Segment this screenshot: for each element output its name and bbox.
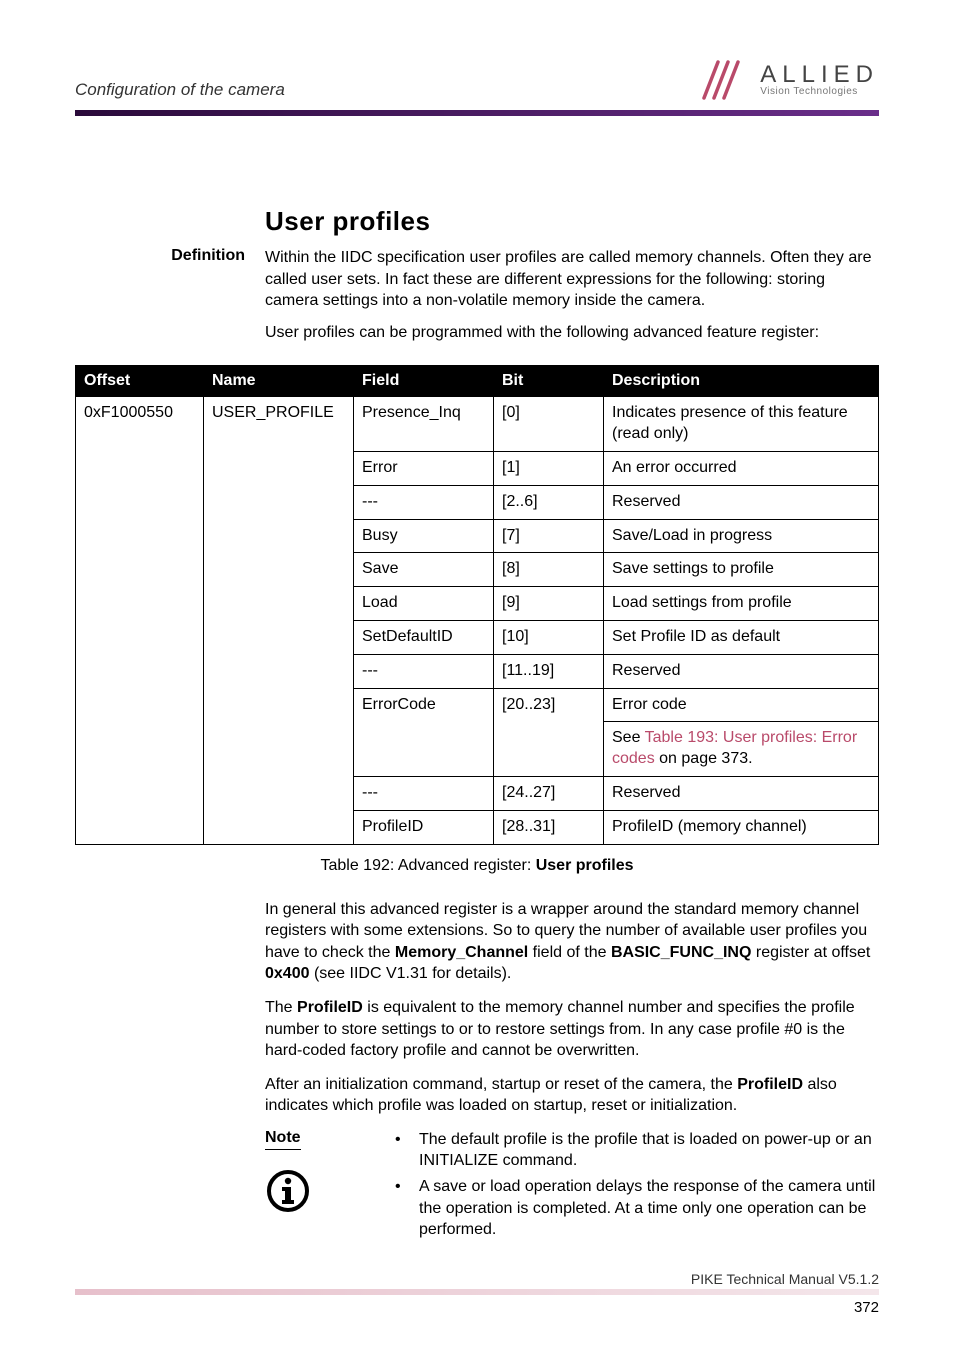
text-run: The bbox=[265, 999, 297, 1016]
section-title: Configuration of the camera bbox=[75, 80, 285, 100]
note-block: Note •The default profile is the profile… bbox=[265, 1129, 879, 1245]
text-strong: 0x400 bbox=[265, 965, 310, 982]
text-strong: ProfileID bbox=[737, 1076, 803, 1093]
see-suffix: on page 373. bbox=[655, 750, 753, 767]
brand-tagline: Vision Technologies bbox=[760, 87, 879, 97]
th-description: Description bbox=[604, 366, 879, 397]
definition-para-1: Within the IIDC specification user profi… bbox=[265, 247, 879, 312]
caption-strong: User profiles bbox=[536, 857, 634, 874]
cell-field-empty bbox=[354, 722, 494, 777]
text-strong: Memory_Channel bbox=[395, 944, 528, 961]
cell-bit: [24..27] bbox=[494, 776, 604, 810]
table-caption: Table 192: Advanced register: User profi… bbox=[75, 857, 879, 875]
cell-field: --- bbox=[354, 654, 494, 688]
cell-desc: Error code bbox=[604, 688, 879, 722]
cell-desc: Reserved bbox=[604, 485, 879, 519]
body-para-2: The ProfileID is equivalent to the memor… bbox=[265, 997, 879, 1062]
cell-desc: An error occurred bbox=[604, 451, 879, 485]
register-table: Offset Name Field Bit Description 0xF100… bbox=[75, 365, 879, 844]
cell-field: SetDefaultID bbox=[354, 620, 494, 654]
brand-block: ALLIED Vision Technologies bbox=[700, 60, 879, 100]
th-bit: Bit bbox=[494, 366, 604, 397]
cell-bit: [28..31] bbox=[494, 810, 604, 844]
th-offset: Offset bbox=[76, 366, 204, 397]
text-strong: BASIC_FUNC_INQ bbox=[611, 944, 751, 961]
footer-divider bbox=[75, 1289, 879, 1295]
note-item: •A save or load operation delays the res… bbox=[395, 1176, 879, 1241]
cell-desc: Load settings from profile bbox=[604, 587, 879, 621]
text-run: field of the bbox=[528, 944, 611, 961]
brand-name: ALLIED bbox=[760, 63, 879, 87]
cell-field: --- bbox=[354, 485, 494, 519]
cell-bit: [8] bbox=[494, 553, 604, 587]
page-number: 372 bbox=[854, 1299, 879, 1316]
cell-field: Error bbox=[354, 451, 494, 485]
cell-desc: Save settings to profile bbox=[604, 553, 879, 587]
cell-desc: ProfileID (memory channel) bbox=[604, 810, 879, 844]
cell-bit-empty bbox=[494, 722, 604, 777]
cell-field: Busy bbox=[354, 519, 494, 553]
cell-desc: Set Profile ID as default bbox=[604, 620, 879, 654]
text-strong: ProfileID bbox=[297, 999, 363, 1016]
cell-field: --- bbox=[354, 776, 494, 810]
cell-bit: [1] bbox=[494, 451, 604, 485]
cell-bit: [2..6] bbox=[494, 485, 604, 519]
note-item: •The default profile is the profile that… bbox=[395, 1129, 879, 1172]
cell-bit: [0] bbox=[494, 397, 604, 452]
cell-desc: Save/Load in progress bbox=[604, 519, 879, 553]
info-icon bbox=[265, 1168, 365, 1214]
cell-bit: [7] bbox=[494, 519, 604, 553]
bullet-icon: • bbox=[395, 1176, 419, 1241]
th-name: Name bbox=[204, 366, 354, 397]
footer-docname: PIKE Technical Manual V5.1.2 bbox=[75, 1271, 879, 1287]
cell-desc: Reserved bbox=[604, 776, 879, 810]
cell-field: ErrorCode bbox=[354, 688, 494, 722]
note-label: Note bbox=[265, 1129, 301, 1150]
caption-prefix: Table 192: Advanced register: bbox=[320, 857, 535, 874]
definition-label: Definition bbox=[75, 247, 265, 353]
page-footer: PIKE Technical Manual V5.1.2 372 bbox=[75, 1271, 879, 1316]
see-prefix: See bbox=[612, 729, 645, 746]
header-divider bbox=[75, 110, 879, 116]
cell-desc: Indicates presence of this feature (read… bbox=[604, 397, 879, 452]
cell-field: Save bbox=[354, 553, 494, 587]
cell-bit: [9] bbox=[494, 587, 604, 621]
cell-bit: [10] bbox=[494, 620, 604, 654]
cell-field: ProfileID bbox=[354, 810, 494, 844]
note-text: The default profile is the profile that … bbox=[419, 1129, 879, 1172]
cell-name: USER_PROFILE bbox=[204, 397, 354, 844]
brand-logo-icon bbox=[700, 60, 752, 100]
page-header: Configuration of the camera ALLIED Visio… bbox=[75, 60, 879, 100]
cell-field: Load bbox=[354, 587, 494, 621]
body-para-3: After an initialization command, startup… bbox=[265, 1074, 879, 1117]
cell-bit: [20..23] bbox=[494, 688, 604, 722]
cell-desc: See Table 193: User profiles: Error code… bbox=[604, 722, 879, 777]
th-field: Field bbox=[354, 366, 494, 397]
cell-field: Presence_Inq bbox=[354, 397, 494, 452]
body-para-1: In general this advanced register is a w… bbox=[265, 899, 879, 985]
text-run: After an initialization command, startup… bbox=[265, 1076, 737, 1093]
heading-user-profiles: User profiles bbox=[265, 206, 879, 237]
cell-bit: [11..19] bbox=[494, 654, 604, 688]
text-run: register at offset bbox=[751, 944, 870, 961]
definition-para-2: User profiles can be programmed with the… bbox=[265, 322, 879, 344]
note-text: A save or load operation delays the resp… bbox=[419, 1176, 879, 1241]
bullet-icon: • bbox=[395, 1129, 419, 1172]
cell-offset: 0xF1000550 bbox=[76, 397, 204, 844]
cell-desc: Reserved bbox=[604, 654, 879, 688]
text-run: (see IIDC V1.31 for details). bbox=[310, 965, 512, 982]
